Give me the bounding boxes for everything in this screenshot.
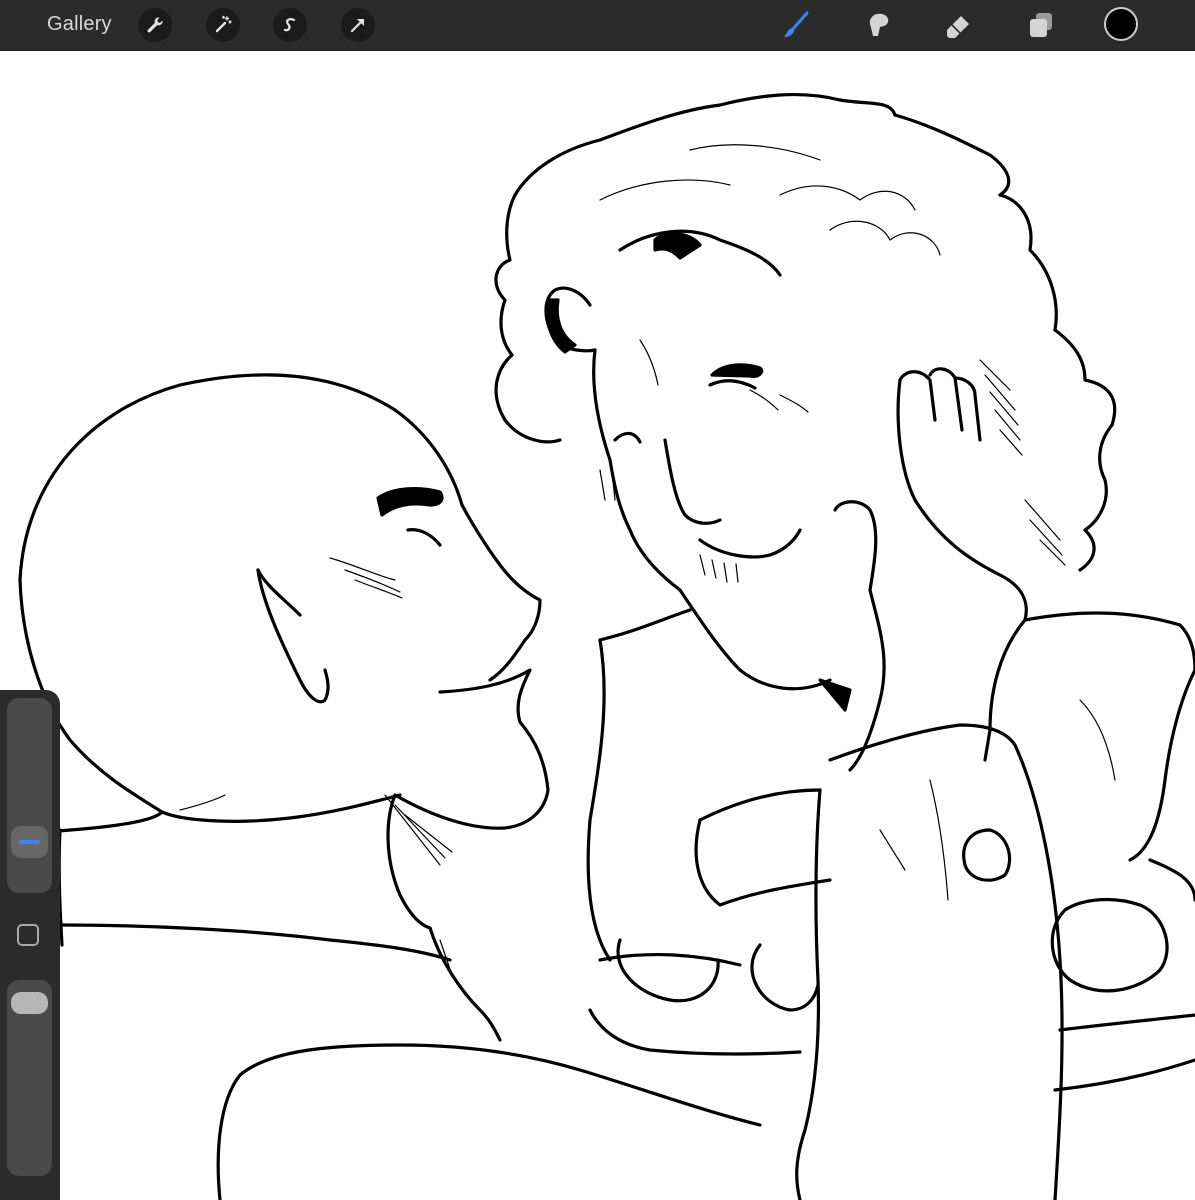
brush-opacity-slider[interactable] bbox=[7, 980, 52, 1176]
smudge-tool-button[interactable] bbox=[862, 9, 894, 41]
layers-button[interactable] bbox=[1025, 9, 1057, 41]
eraser-tool-button[interactable] bbox=[942, 9, 974, 41]
brush-sidebar bbox=[0, 690, 60, 1200]
selection-button[interactable] bbox=[273, 8, 307, 42]
modify-button[interactable] bbox=[17, 924, 39, 946]
eraser-icon bbox=[947, 16, 969, 38]
transform-icon bbox=[350, 18, 365, 33]
actions-button[interactable] bbox=[138, 8, 172, 42]
bald-figure-sketch bbox=[0, 373, 762, 1200]
color-picker-button[interactable] bbox=[1104, 7, 1138, 41]
layers-icon bbox=[1030, 13, 1052, 37]
gallery-button[interactable]: Gallery bbox=[47, 13, 112, 36]
line-art-illustration bbox=[0, 92, 1195, 1200]
wrench-icon bbox=[147, 17, 163, 33]
brush-size-handle[interactable] bbox=[11, 826, 48, 858]
brush-size-indicator bbox=[19, 840, 40, 844]
top-toolbar: Gallery bbox=[0, 0, 1195, 51]
adjustments-button[interactable] bbox=[206, 8, 240, 42]
brush-opacity-handle[interactable] bbox=[11, 992, 48, 1015]
smudge-icon bbox=[869, 13, 889, 36]
magic-wand-icon bbox=[215, 15, 232, 33]
brush-tool-button[interactable] bbox=[780, 9, 812, 41]
selection-icon bbox=[283, 18, 296, 32]
curly-figure-sketch bbox=[494, 92, 1195, 1200]
drawing-canvas[interactable] bbox=[0, 51, 1195, 1200]
brush-icon bbox=[784, 11, 809, 37]
brush-size-slider[interactable] bbox=[7, 698, 52, 893]
transform-button[interactable] bbox=[341, 8, 375, 42]
